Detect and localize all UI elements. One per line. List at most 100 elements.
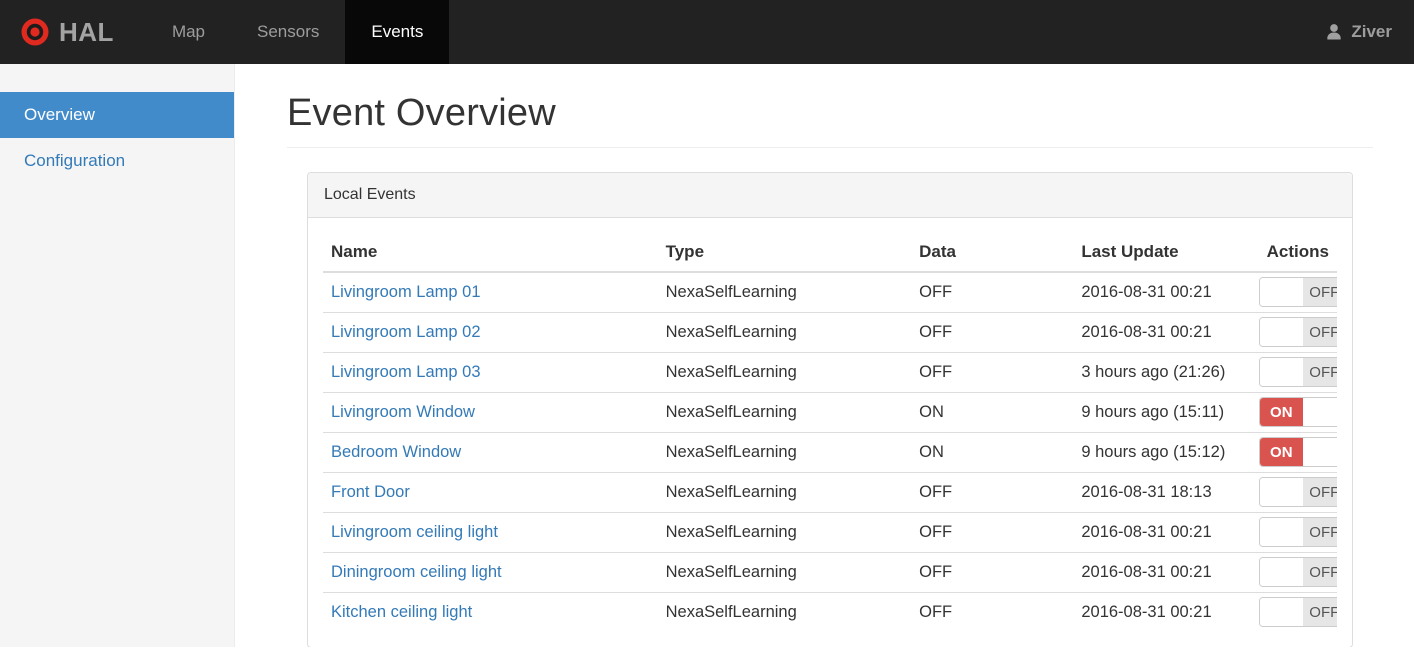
event-data: ON	[911, 432, 1074, 473]
table-row: Livingroom ceiling light NexaSelfLearnin…	[323, 512, 1337, 553]
column-header-name: Name	[323, 233, 658, 273]
event-data: OFF	[911, 312, 1074, 353]
event-data: ON	[911, 392, 1074, 433]
event-last-update: 3 hours ago (21:26)	[1073, 352, 1251, 393]
toggle-switch[interactable]: ON	[1258, 437, 1337, 467]
local-events-panel: Local Events Name Type Data Last Update …	[307, 172, 1353, 647]
event-link[interactable]: Kitchen ceiling light	[331, 603, 472, 621]
toggle-switch[interactable]: OFF	[1258, 557, 1337, 587]
top-navbar: HAL Map Sensors Events Ziver	[0, 0, 1414, 64]
toggle-switch[interactable]: OFF	[1258, 477, 1337, 507]
nav-item-events[interactable]: Events	[345, 0, 450, 64]
navbar-spacer	[449, 0, 1302, 64]
event-last-update: 2016-08-31 00:21	[1073, 512, 1251, 553]
panel-title: Local Events	[308, 173, 1352, 218]
switch-label: ON	[1259, 438, 1303, 466]
event-data: OFF	[911, 512, 1074, 553]
event-last-update: 2016-08-31 00:21	[1073, 592, 1251, 632]
switch-knob	[1259, 478, 1303, 506]
event-type: NexaSelfLearning	[657, 432, 912, 473]
column-header-last-update: Last Update	[1073, 233, 1251, 273]
event-last-update: 2016-08-31 18:13	[1073, 472, 1251, 513]
table-row: Front Door NexaSelfLearning OFF 2016-08-…	[323, 472, 1337, 513]
toggle-switch[interactable]: ON	[1258, 397, 1337, 427]
event-link[interactable]: Front Door	[331, 483, 410, 501]
event-link[interactable]: Livingroom ceiling light	[331, 523, 498, 541]
page-title: Event Overview	[287, 92, 556, 134]
event-type: NexaSelfLearning	[657, 312, 912, 353]
nav-item-map[interactable]: Map	[146, 0, 231, 64]
events-table: Name Type Data Last Update Actions Livin…	[323, 233, 1337, 632]
event-type: NexaSelfLearning	[665, 283, 797, 301]
toggle-switch[interactable]: OFF	[1258, 277, 1337, 307]
event-last-update: 9 hours ago (15:11)	[1073, 392, 1251, 433]
event-data: OFF	[911, 472, 1074, 513]
table-row: Livingroom Lamp 01 NexaSelfLearning OFF …	[323, 272, 1337, 313]
event-last-update: 2016-08-31 00:21	[1081, 283, 1212, 301]
switch-knob	[1259, 278, 1303, 306]
switch-label: OFF	[1302, 278, 1337, 306]
event-last-update: 9 hours ago (15:12)	[1073, 432, 1251, 473]
switch-label: OFF	[1302, 558, 1337, 586]
panel-body: Name Type Data Last Update Actions Livin…	[308, 218, 1352, 647]
switch-label: OFF	[1302, 318, 1337, 346]
switch-label: OFF	[1302, 598, 1337, 626]
event-link[interactable]: Diningroom ceiling light	[331, 563, 502, 581]
event-link[interactable]: Livingroom Window	[331, 403, 475, 421]
event-type: NexaSelfLearning	[657, 552, 912, 593]
column-header-type: Type	[657, 233, 912, 273]
switch-knob	[1259, 358, 1303, 386]
toggle-switch[interactable]: OFF	[1258, 597, 1337, 627]
switch-knob	[1259, 558, 1303, 586]
page-layout: Overview Configuration Event Overview Lo…	[0, 64, 1414, 647]
event-last-update: 2016-08-31 00:21	[1073, 552, 1251, 593]
toggle-switch[interactable]: OFF	[1258, 357, 1337, 387]
table-row: Livingroom Lamp 02 NexaSelfLearning OFF …	[323, 312, 1337, 353]
user-menu[interactable]: Ziver	[1302, 0, 1414, 64]
table-row: Kitchen ceiling light NexaSelfLearning O…	[323, 592, 1337, 632]
event-data: OFF	[919, 283, 953, 301]
event-type: NexaSelfLearning	[657, 392, 912, 433]
table-row: Livingroom Lamp 03 NexaSelfLearning OFF …	[323, 352, 1337, 393]
switch-label: OFF	[1302, 478, 1337, 506]
event-data: OFF	[911, 592, 1074, 632]
table-header-row: Name Type Data Last Update Actions	[323, 233, 1337, 273]
main-nav: Map Sensors Events	[146, 0, 450, 64]
hal-target-logo-icon	[20, 17, 50, 47]
sidebar-item-configuration[interactable]: Configuration	[0, 138, 234, 184]
event-data: OFF	[911, 352, 1074, 393]
nav-item-sensors[interactable]: Sensors	[231, 0, 345, 64]
username-label: Ziver	[1351, 22, 1392, 41]
event-link[interactable]: Livingroom Lamp 03	[331, 363, 481, 381]
brand[interactable]: HAL	[0, 0, 132, 64]
event-last-update: 2016-08-31 00:21	[1073, 312, 1251, 353]
switch-knob	[1259, 318, 1303, 346]
table-row: Livingroom Window NexaSelfLearning ON 9 …	[323, 392, 1337, 433]
switch-knob	[1302, 398, 1337, 426]
event-link[interactable]: Livingroom Lamp 01	[331, 283, 481, 301]
event-type: NexaSelfLearning	[657, 592, 912, 632]
switch-label: ON	[1259, 398, 1303, 426]
toggle-switch[interactable]: OFF	[1258, 517, 1337, 547]
switch-knob	[1259, 598, 1303, 626]
column-header-actions: Actions	[1250, 233, 1337, 273]
sidebar-item-overview[interactable]: Overview	[0, 92, 234, 138]
event-data: OFF	[911, 552, 1074, 593]
table-row: Diningroom ceiling light NexaSelfLearnin…	[323, 552, 1337, 593]
event-type: NexaSelfLearning	[657, 472, 912, 513]
page-header: Event Overview	[287, 92, 1373, 148]
event-link[interactable]: Bedroom Window	[331, 443, 461, 461]
switch-knob	[1259, 518, 1303, 546]
switch-label: OFF	[1302, 518, 1337, 546]
switch-label: OFF	[1302, 358, 1337, 386]
sidebar: Overview Configuration	[0, 64, 235, 647]
toggle-switch[interactable]: OFF	[1258, 317, 1337, 347]
brand-label: HAL	[59, 16, 114, 47]
table-row: Bedroom Window NexaSelfLearning ON 9 hou…	[323, 432, 1337, 473]
event-link[interactable]: Livingroom Lamp 02	[331, 323, 481, 341]
user-icon	[1324, 22, 1344, 42]
column-header-data: Data	[911, 233, 1074, 273]
main-content: Event Overview Local Events Name Type Da…	[235, 64, 1414, 647]
event-type: NexaSelfLearning	[657, 512, 912, 553]
event-type: NexaSelfLearning	[657, 352, 912, 393]
